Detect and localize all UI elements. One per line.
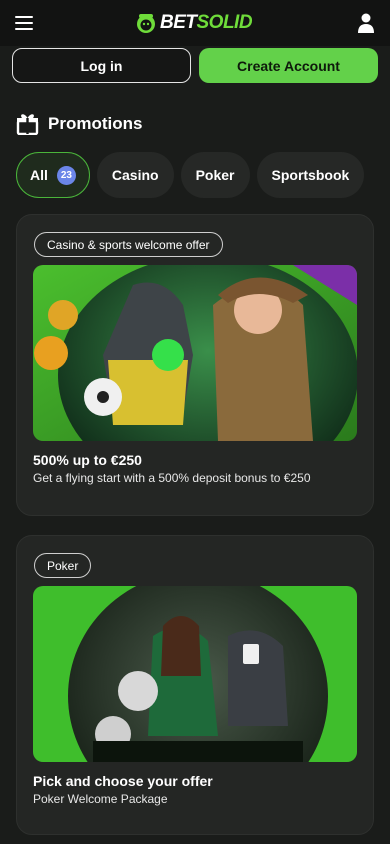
hamburger-icon[interactable]	[15, 16, 33, 30]
poker-promo-image	[33, 586, 357, 762]
brand-text-solid: SOLID	[196, 12, 253, 33]
filter-poker[interactable]: Poker	[180, 152, 250, 198]
promo-subtitle: Get a flying start with a 500% deposit b…	[33, 471, 311, 485]
filter-all[interactable]: All 23	[16, 152, 90, 198]
count-badge: 23	[56, 165, 76, 185]
promo-title: 500% up to €250	[33, 452, 142, 468]
promo-card-welcome[interactable]: Casino & sports welcome offer 500% up to…	[16, 214, 374, 516]
gift-icon	[16, 114, 39, 135]
gorilla-logo-icon	[137, 14, 155, 33]
promotions-header: Promotions	[16, 112, 142, 135]
brand-logo[interactable]: BETSOLID	[135, 10, 253, 36]
promo-tag: Casino & sports welcome offer	[34, 232, 223, 257]
create-account-button[interactable]: Create Account	[199, 48, 378, 83]
promo-title: Pick and choose your offer	[33, 773, 213, 789]
promo-card-poker[interactable]: Poker Pick and choose your offer Poker W…	[16, 535, 374, 835]
filter-casino[interactable]: Casino	[96, 152, 174, 198]
promo-subtitle: Poker Welcome Package	[33, 792, 168, 806]
filter-all-label: All	[30, 167, 48, 183]
login-button[interactable]: Log in	[12, 48, 191, 83]
promotions-title: Promotions	[48, 113, 143, 133]
promo-tag: Poker	[34, 553, 92, 578]
brand-text-bet: BET	[160, 12, 197, 33]
top-bar: BETSOLID	[0, 0, 390, 46]
casino-sports-promo-image	[33, 265, 357, 441]
filter-sportsbook[interactable]: Sportsbook	[256, 152, 365, 198]
user-icon[interactable]	[358, 13, 374, 33]
promo-filter-tabs: All 23 Casino Poker Sportsbook	[16, 152, 365, 198]
